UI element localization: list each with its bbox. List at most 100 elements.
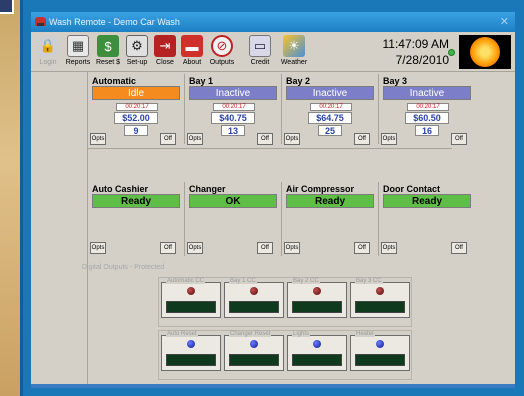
red-led-icon — [376, 287, 384, 295]
bay-timer: 00:20:17 — [310, 103, 352, 111]
output-bar — [355, 354, 405, 366]
output-bar — [292, 354, 342, 366]
bay-timer: 00:20:17 — [213, 103, 255, 111]
bay-name: Bay 3 — [383, 76, 408, 86]
device-status: Ready — [383, 194, 471, 208]
sun-icon — [470, 37, 500, 67]
outputs-button[interactable]: ⊘ Outputs — [207, 34, 237, 69]
title-bar[interactable]: Wash Remote - Demo Car Wash ✕ — [31, 12, 515, 32]
divider — [88, 148, 452, 149]
device-name: Auto Cashier — [92, 184, 149, 194]
off-button[interactable]: Off — [257, 242, 273, 254]
bay-amount: $52.00 — [114, 112, 158, 124]
login-button[interactable]: 🔒 Login — [35, 34, 61, 69]
output-bar — [166, 301, 216, 313]
main-frame: 🔒 Login ▦ Reports $ Reset $ ⚙ Set-up ⇥ C… — [31, 32, 515, 388]
lock-icon: 🔒 — [37, 35, 59, 57]
toolbar: 🔒 Login ▦ Reports $ Reset $ ⚙ Set-up ⇥ C… — [31, 32, 515, 72]
weather-display — [459, 35, 511, 69]
device-changer: Changer OK Opts Off — [185, 182, 281, 256]
bay-status: Idle — [92, 86, 180, 100]
blue-led-icon — [250, 340, 258, 348]
device-name: Door Contact — [383, 184, 440, 194]
output-lights[interactable]: Lights — [287, 331, 347, 371]
output-bay-1-cc[interactable]: Bay 1 CC — [224, 278, 284, 318]
off-button[interactable]: Off — [257, 133, 273, 145]
setup-button[interactable]: ⚙ Set-up — [123, 34, 151, 69]
reset-money-button[interactable]: $ Reset $ — [93, 34, 123, 69]
output-label: Auto Reset — [166, 331, 198, 337]
car-wash-app-icon — [35, 17, 46, 26]
bay-timer: 00:20:17 — [407, 103, 449, 111]
off-button[interactable]: Off — [451, 242, 467, 254]
bay-count: 13 — [221, 125, 245, 136]
weather-button[interactable]: ☀ Weather — [277, 34, 311, 69]
credit-label: Credit — [250, 59, 270, 66]
bay-panel-area: Automatic Idle 00:20:17 $52.00 9 Opts Of… — [82, 72, 471, 384]
opts-button[interactable]: Opts — [187, 133, 203, 145]
connection-status-icon — [448, 49, 455, 56]
output-bar — [166, 354, 216, 366]
bay-2: Bay 2 Inactive 00:20:17 $64.75 25 Opts O… — [282, 74, 378, 145]
device-status: Ready — [286, 194, 374, 208]
output-label: Heater — [355, 331, 376, 337]
setup-icon: ⚙ — [126, 35, 148, 57]
blue-led-icon — [187, 340, 195, 348]
exit-door-icon: ⇥ — [154, 35, 176, 57]
opts-button[interactable]: Opts — [90, 133, 106, 145]
login-label: Login — [39, 59, 57, 66]
bay-count: 16 — [415, 125, 439, 136]
bay-amount: $60.50 — [405, 112, 449, 124]
output-auto-reset[interactable]: Auto Reset — [161, 331, 221, 371]
red-led-icon — [187, 287, 195, 295]
bay-count: 25 — [318, 125, 342, 136]
off-button[interactable]: Off — [354, 133, 370, 145]
output-bar — [292, 301, 342, 313]
setup-label: Set-up — [126, 59, 148, 66]
output-label: Bay 3 CC — [355, 278, 383, 284]
output-bay-2-cc[interactable]: Bay 2 CC — [287, 278, 347, 318]
output-bar — [229, 354, 279, 366]
output-bay-3-cc[interactable]: Bay 3 CC — [350, 278, 410, 318]
opts-button[interactable]: Opts — [381, 133, 397, 145]
output-label: Bay 2 CC — [292, 278, 320, 284]
reports-button[interactable]: ▦ Reports — [63, 34, 93, 69]
output-bar — [229, 301, 279, 313]
device-status: Ready — [92, 194, 180, 208]
device-auto-cashier: Auto Cashier Ready Opts Off — [88, 182, 184, 256]
opts-button[interactable]: Opts — [187, 242, 203, 254]
bay-name: Bay 2 — [286, 76, 311, 86]
output-automatic-cc[interactable]: Automatic CC — [161, 278, 221, 318]
device-air-compressor: Air Compressor Ready Opts Off — [282, 182, 378, 256]
opts-button[interactable]: Opts — [381, 242, 397, 254]
bay-timer: 00:20:17 — [116, 103, 158, 111]
clock-time: 11:47:09 AM — [382, 37, 450, 51]
outputs-label: Outputs — [209, 59, 235, 66]
close-button[interactable]: ⇥ Close — [153, 34, 177, 69]
off-button[interactable]: Off — [160, 242, 176, 254]
blue-led-icon — [313, 340, 321, 348]
app-window: Wash Remote - Demo Car Wash ✕ 🔒 Login ▦ … — [20, 0, 524, 396]
bay-status: Inactive — [383, 86, 471, 100]
blue-led-icon — [376, 340, 384, 348]
bay-count: 9 — [124, 125, 148, 136]
red-led-icon — [313, 287, 321, 295]
off-button[interactable]: Off — [160, 133, 176, 145]
about-button[interactable]: ▬ About — [179, 34, 205, 69]
window-title: Wash Remote - Demo Car Wash — [49, 17, 180, 27]
opts-button[interactable]: Opts — [284, 242, 300, 254]
opts-button[interactable]: Opts — [90, 242, 106, 254]
output-changer-reset[interactable]: Changer Reset — [224, 331, 284, 371]
reports-label: Reports — [65, 59, 91, 66]
outputs-group-top: Automatic CC Bay 1 CC Bay 2 CC Bay 3 CC — [158, 277, 412, 327]
opts-button[interactable]: Opts — [284, 133, 300, 145]
close-window-icon[interactable]: ✕ — [500, 12, 509, 32]
off-button[interactable]: Off — [451, 133, 467, 145]
output-heater[interactable]: Heater — [350, 331, 410, 371]
off-button[interactable]: Off — [354, 242, 370, 254]
bay-amount: $40.75 — [211, 112, 255, 124]
credit-button[interactable]: ▭ Credit — [245, 34, 275, 69]
car-icon: ▬ — [181, 35, 203, 57]
no-outputs-icon: ⊘ — [211, 35, 233, 57]
bay-status: Inactive — [286, 86, 374, 100]
